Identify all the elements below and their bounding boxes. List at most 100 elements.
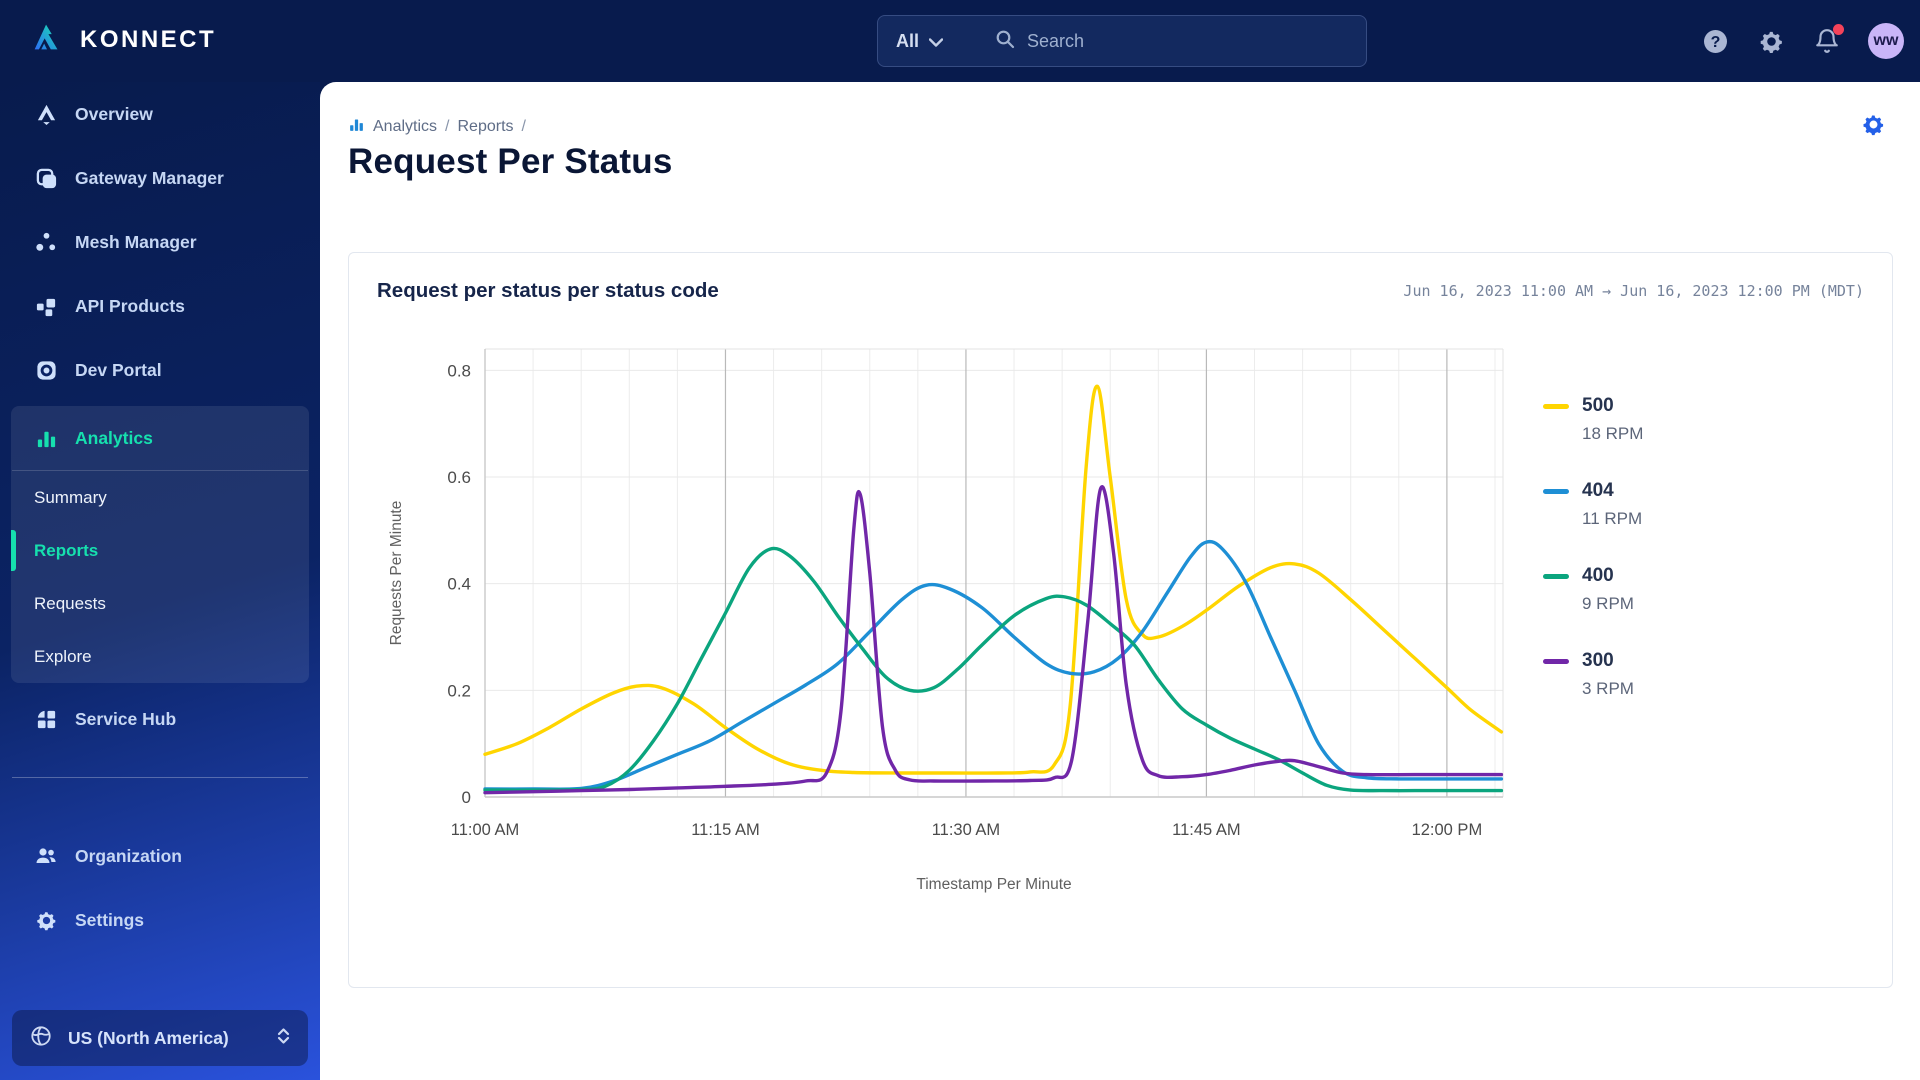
breadcrumb: Analytics / Reports / (348, 116, 526, 138)
sidebar-item-gateway-manager[interactable]: Gateway Manager (0, 146, 320, 210)
line-chart[interactable]: 0 0.2 0.4 0.6 0.8 11:00 AM 11:15 AM 11:30 AM 11:… (367, 331, 1517, 903)
sidebar-item-dev-portal[interactable]: Dev Portal (0, 338, 320, 402)
notification-badge (1833, 24, 1844, 35)
mesh-dots-icon (34, 230, 58, 254)
svg-text:11:00 AM: 11:00 AM (451, 821, 520, 839)
sidebar-item-label: Service Hub (75, 708, 177, 729)
sidebar-item-label: Dev Portal (75, 359, 162, 380)
legend-label: 400 (1582, 565, 1614, 586)
svg-text:Requests Per Minute: Requests Per Minute (388, 501, 405, 646)
sidebar-subitem-explore[interactable]: Explore (11, 630, 309, 683)
legend-item-404[interactable]: 404 11 RPM (1543, 480, 1832, 529)
sidebar-item-label: API Products (75, 295, 185, 316)
chart-legend: 500 18 RPM 404 11 RPM 400 9 RPM 300 3 RP… (1517, 331, 1832, 903)
svg-text:0.2: 0.2 (447, 681, 471, 700)
svg-text:11:15 AM: 11:15 AM (691, 821, 760, 839)
svg-text:?: ? (1710, 34, 1720, 51)
legend-swatch-404 (1543, 488, 1569, 494)
stacked-squares-icon (34, 166, 58, 190)
subitem-label: Reports (34, 540, 99, 560)
svg-text:0.4: 0.4 (447, 575, 471, 594)
legend-item-400[interactable]: 400 9 RPM (1543, 565, 1832, 614)
legend-item-300[interactable]: 300 3 RPM (1543, 650, 1832, 699)
globe-icon (30, 1025, 52, 1052)
chevron-down-icon (928, 31, 944, 52)
overview-knot-icon (34, 102, 58, 126)
sidebar-item-overview[interactable]: Overview (0, 82, 320, 146)
svg-text:0.6: 0.6 (447, 468, 471, 487)
legend-value: 11 RPM (1582, 509, 1643, 528)
chart-title: Request per status per status code (377, 279, 719, 302)
sidebar-item-analytics[interactable]: Analytics (11, 406, 309, 470)
legend-label: 404 (1582, 480, 1614, 501)
subitem-label: Requests (34, 593, 106, 613)
people-icon (34, 844, 58, 868)
region-label: US (North America) (68, 1027, 229, 1048)
sidebar: Overview Gateway Manager Mesh Manager AP… (0, 82, 320, 1080)
legend-value: 9 RPM (1582, 594, 1634, 613)
breadcrumb-separator: / (521, 118, 526, 135)
global-search[interactable]: All (877, 15, 1367, 67)
sidebar-item-api-products[interactable]: API Products (0, 274, 320, 338)
brand-name: KONNECT (80, 25, 217, 53)
blocks-icon (34, 294, 58, 318)
sidebar-item-label: Organization (75, 845, 182, 866)
sidebar-subitem-summary[interactable]: Summary (11, 471, 309, 524)
svg-text:11:30 AM: 11:30 AM (932, 821, 1001, 839)
search-scope-label: All (896, 30, 920, 51)
region-selector[interactable]: US (North America) (12, 1010, 308, 1066)
settings-gear-button[interactable] (1756, 26, 1786, 56)
svg-text:11:45 AM: 11:45 AM (1172, 821, 1241, 839)
grid-icon (34, 707, 58, 731)
breadcrumb-link-analytics[interactable]: Analytics (373, 118, 437, 136)
svg-text:12:00 PM: 12:00 PM (1412, 821, 1483, 839)
brand-logo[interactable]: KONNECT (28, 18, 216, 61)
legend-swatch-500 (1543, 403, 1569, 409)
gear-icon (34, 908, 58, 932)
time-range-label: Jun 16, 2023 11:00 AM → Jun 16, 2023 12:… (1403, 282, 1864, 300)
breadcrumb-link-reports[interactable]: Reports (457, 118, 513, 136)
sidebar-subitem-requests[interactable]: Requests (11, 577, 309, 630)
legend-item-500[interactable]: 500 18 RPM (1543, 395, 1832, 444)
page-title: Request Per Status (348, 142, 673, 181)
sidebar-divider (12, 777, 308, 778)
sidebar-item-label: Settings (75, 909, 145, 930)
subitem-label: Explore (34, 646, 92, 666)
sidebar-item-mesh-manager[interactable]: Mesh Manager (0, 210, 320, 274)
legend-value: 3 RPM (1582, 679, 1634, 698)
legend-label: 500 (1582, 395, 1614, 416)
user-avatar[interactable]: ww (1868, 23, 1904, 59)
report-card: Request per status per status code Jun 1… (348, 252, 1893, 988)
sidebar-item-label: Mesh Manager (75, 231, 197, 252)
sidebar-item-service-hub[interactable]: Service Hub (0, 687, 320, 751)
search-scope-dropdown[interactable]: All (896, 30, 944, 52)
search-icon (995, 29, 1015, 54)
konnect-logo-icon (28, 18, 66, 61)
breadcrumb-separator: / (445, 118, 450, 135)
breadcrumb-analytics-icon (348, 116, 365, 138)
sidebar-item-settings[interactable]: Settings (0, 888, 320, 952)
report-settings-gear-button[interactable] (1861, 112, 1886, 142)
sidebar-item-label: Gateway Manager (75, 167, 224, 188)
legend-swatch-300 (1543, 658, 1569, 664)
subitem-label: Summary (34, 487, 107, 507)
legend-label: 300 (1582, 650, 1614, 671)
svg-text:Timestamp Per Minute: Timestamp Per Minute (916, 876, 1071, 893)
svg-text:0.8: 0.8 (447, 361, 471, 380)
main-content: Analytics / Reports / Request Per Status… (320, 82, 1920, 1080)
bar-chart-icon (34, 426, 58, 450)
sidebar-analytics-group: Analytics Summary Reports Requests Explo… (11, 406, 309, 683)
sidebar-item-organization[interactable]: Organization (0, 824, 320, 888)
legend-value: 18 RPM (1582, 424, 1644, 443)
sidebar-item-label: Analytics (75, 427, 153, 448)
topbar: KONNECT All ? ww (0, 0, 1920, 82)
legend-swatch-400 (1543, 573, 1569, 579)
help-button[interactable]: ? (1700, 26, 1730, 56)
search-input[interactable] (1027, 30, 1348, 52)
notifications-bell-button[interactable] (1812, 24, 1844, 56)
sidebar-subitem-reports[interactable]: Reports (11, 524, 309, 577)
sidebar-item-label: Overview (75, 103, 153, 124)
updown-chevrons-icon (277, 1027, 290, 1050)
svg-text:0: 0 (462, 788, 471, 807)
portal-icon (34, 358, 58, 382)
